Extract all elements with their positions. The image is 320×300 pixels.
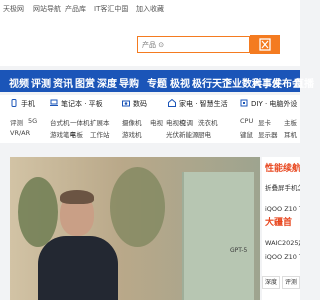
category-diy: DIY · 电脑外设 CPU 键鼠 显卡 显示器 主板 耳机 <box>240 97 300 141</box>
category-label: 家电 · 智慧生活 <box>179 100 228 108</box>
side-news-item[interactable]: iQOO Z10 Turb <box>265 205 300 213</box>
side-headline[interactable]: 大疆首 <box>265 215 292 228</box>
search-icon <box>259 38 271 51</box>
top-bar: 天极网 网站导航 产品库 IT客汇中国 加入收藏 <box>0 0 300 19</box>
subcategory-link[interactable]: 5G <box>28 117 37 125</box>
subcategory-link[interactable]: 一体机 <box>70 117 90 127</box>
camera-icon <box>122 99 130 107</box>
category-panel: 手机 评测 5G VR/AR 笔记本 · 平板 台式机 游戏笔电 一体机 平板 … <box>0 95 300 143</box>
topbar-link-home[interactable]: 天极网 <box>3 4 24 14</box>
side-news-item[interactable]: 折叠屏手机怎么 <box>265 182 300 192</box>
side-headline[interactable]: 性能续航 <box>265 161 300 174</box>
side-news-item[interactable]: WAIC2025超级 <box>265 237 300 247</box>
category-header[interactable]: DIY · 电脑外设 <box>240 99 297 109</box>
nav-item-news[interactable]: 资讯 <box>53 75 73 90</box>
diy-icon <box>240 99 248 107</box>
hero-person-body <box>38 236 118 300</box>
category-phone: 手机 评测 5G VR/AR <box>10 97 50 141</box>
category-header[interactable]: 手机 <box>10 99 35 109</box>
subcategory-link[interactable]: 主板 <box>284 117 297 127</box>
topbar-link-favorite[interactable]: 加入收藏 <box>136 4 164 14</box>
hero-plant <box>18 177 58 247</box>
category-label: DIY · 电脑外设 <box>251 100 298 108</box>
subcategory-link[interactable]: 台式机 <box>50 117 70 127</box>
topbar-link-nav[interactable]: 网站导航 <box>33 4 61 14</box>
subcategory-link[interactable]: 游戏机 <box>122 129 142 139</box>
subcategory-link[interactable]: 光伏新能源 <box>166 129 199 139</box>
nav-item-video[interactable]: 视频 <box>9 75 29 90</box>
nav-item-gallery[interactable]: 图赏 <box>75 75 95 90</box>
nav-item-depth[interactable]: 深度 <box>97 75 117 90</box>
category-header[interactable]: 数码 <box>122 99 147 109</box>
laptop-icon <box>50 99 58 107</box>
subcategory-link[interactable]: 评测 <box>10 117 23 127</box>
nav-item-live[interactable]: 直播 <box>294 75 314 90</box>
subcategory-link[interactable]: 空调 <box>180 117 193 127</box>
category-laptop: 笔记本 · 平板 台式机 游戏笔电 一体机 平板 扩展本 工作站 <box>50 97 112 141</box>
category-header[interactable]: 笔记本 · 平板 <box>50 99 103 109</box>
side-news-item[interactable]: iQOO Z10 Tur <box>265 253 300 261</box>
hero-person-hair <box>60 190 94 204</box>
search-button[interactable] <box>250 35 280 54</box>
topbar-link-itkehui[interactable]: IT客汇中国 <box>94 4 128 14</box>
hero-screen-text: GPT-5 <box>230 247 248 254</box>
nav-item-topic[interactable]: 专题 <box>147 75 167 90</box>
subcategory-link[interactable]: CPU <box>240 117 253 125</box>
subcategory-link[interactable]: 扩展本 <box>90 117 110 127</box>
subcategory-link[interactable]: 摄像机 <box>122 117 142 127</box>
nav-item-guide[interactable]: 导购 <box>119 75 139 90</box>
phone-icon <box>10 99 18 107</box>
category-label: 笔记本 · 平板 <box>61 100 103 108</box>
subcategory-link[interactable]: 显卡 <box>258 117 271 127</box>
category-home-appliance: 家电 · 智慧生活 电视机 光伏新能源 空调 洗衣机 厨电 <box>166 97 250 141</box>
category-label: 数码 <box>133 100 147 108</box>
search-input[interactable] <box>138 37 249 52</box>
category-label: 手机 <box>21 100 35 108</box>
subcategory-link[interactable]: 洗衣机 <box>198 117 218 127</box>
category-digital: 数码 摄像机 游戏机 电视 <box>122 97 170 141</box>
nav-item-review[interactable]: 评测 <box>31 75 51 90</box>
subcategory-link[interactable]: VR/AR <box>10 129 30 137</box>
subcategory-link[interactable]: 显示器 <box>258 129 278 139</box>
nav-item-jishi[interactable]: 极视 <box>170 75 190 90</box>
hero-screen: GPT-5 <box>182 172 254 300</box>
side-news: 性能续航 折叠屏手机怎么 iQOO Z10 Turb 大疆首 WAIC2025超… <box>262 157 300 300</box>
hero-plant <box>110 167 165 247</box>
category-header[interactable]: 家电 · 智慧生活 <box>168 98 228 109</box>
subcategory-link[interactable]: 厨电 <box>198 129 211 139</box>
home-appliance-icon <box>168 98 176 107</box>
subcategory-link[interactable]: 耳机 <box>284 129 297 139</box>
subcategory-link[interactable]: 键鼠 <box>240 129 253 139</box>
topbar-link-products[interactable]: 产品库 <box>65 4 86 14</box>
search-box <box>137 36 250 53</box>
side-tag-depth[interactable]: 深度 <box>262 276 280 289</box>
subcategory-link[interactable]: 工作站 <box>90 129 110 139</box>
hero-banner[interactable]: GPT-5 <box>10 157 260 300</box>
side-tag-review[interactable]: 评测 <box>282 276 300 289</box>
main-nav: 视频 评测 资讯 图赏 深度 导购 专题 极视 极行天下 企业数科 大事件 发布… <box>0 70 314 92</box>
subcategory-link[interactable]: 平板 <box>70 129 83 139</box>
subcategory-link[interactable]: 电视 <box>150 117 163 127</box>
